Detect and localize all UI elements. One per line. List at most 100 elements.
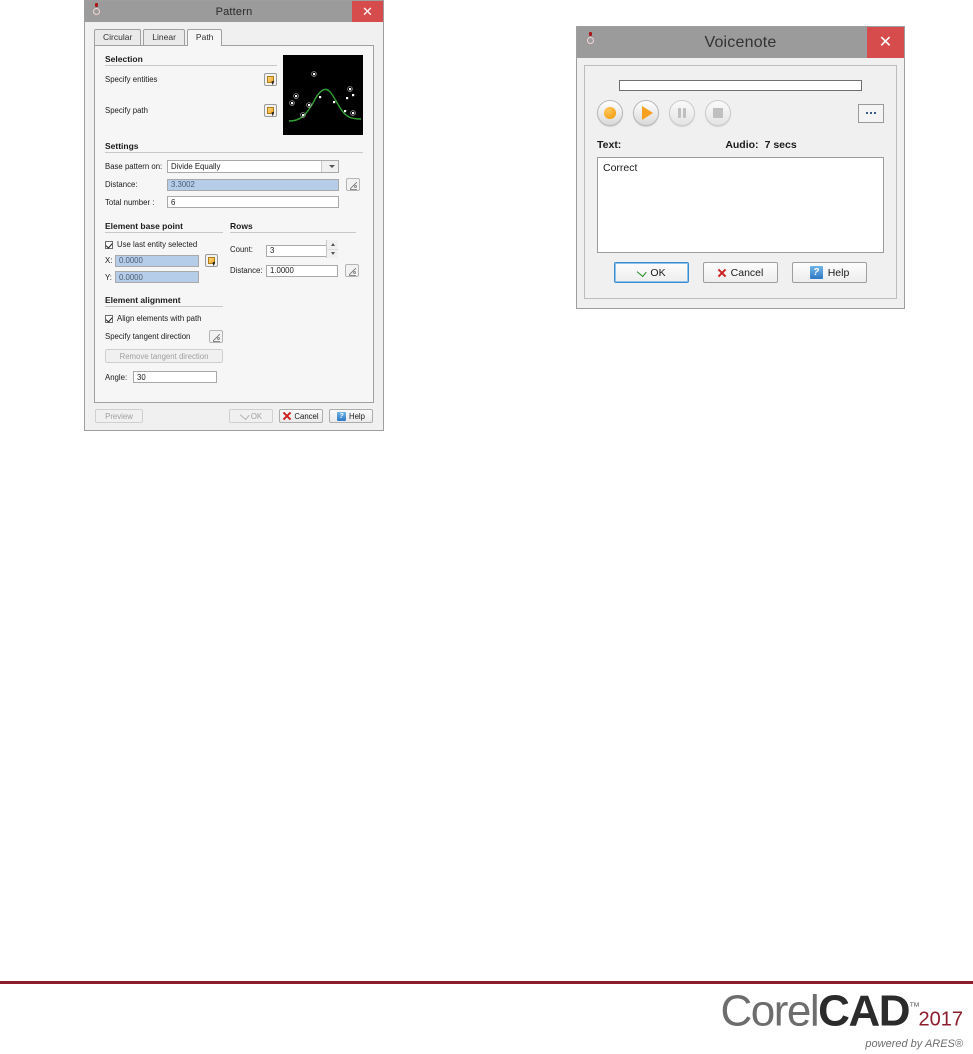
- element-alignment-group-title: Element alignment: [105, 295, 181, 305]
- footer-divider: [0, 981, 973, 984]
- check-icon: [239, 410, 250, 421]
- element-base-point-group-title: Element base point: [105, 221, 183, 231]
- pause-button[interactable]: [669, 100, 695, 126]
- x-input[interactable]: [115, 254, 199, 267]
- voicenote-dialog-inner: Voicenote ✕ Text: Audio: 7 secs Correct: [577, 27, 904, 308]
- cancel-button-label: Cancel: [730, 266, 764, 279]
- brand-wordmark: CorelCAD™2017: [721, 985, 963, 1042]
- stop-icon: [713, 108, 723, 118]
- pattern-dialog-title: Pattern: [215, 5, 253, 18]
- pattern-titlebar[interactable]: Pattern ✕: [85, 1, 383, 22]
- brand-cad: CAD: [818, 986, 910, 1036]
- audio-label: Audio:: [725, 139, 759, 151]
- record-button[interactable]: [597, 100, 623, 126]
- distance-input[interactable]: [167, 178, 339, 191]
- close-icon[interactable]: ✕: [352, 1, 383, 22]
- pattern-footer: Preview OK Cancel ? Help: [84, 401, 384, 431]
- angle-input[interactable]: [133, 371, 217, 383]
- rows-group-title: Rows: [230, 221, 253, 231]
- align-elements-label: Align elements with path: [117, 314, 202, 323]
- element-base-point-rule: [105, 232, 223, 233]
- cancel-button[interactable]: Cancel: [703, 262, 778, 283]
- note-text-area[interactable]: Correct: [597, 157, 884, 253]
- help-button-label: Help: [827, 266, 850, 279]
- voicenote-dialog: Voicenote ✕ Text: Audio: 7 secs Correct: [576, 26, 905, 309]
- ok-button[interactable]: OK: [614, 262, 689, 283]
- pattern-tabstrip: Circular Linear Path: [94, 29, 374, 46]
- help-button-label: Help: [348, 411, 366, 421]
- ok-button-label: OK: [650, 266, 666, 279]
- pick-base-point-icon[interactable]: [205, 254, 218, 267]
- stop-button[interactable]: [705, 100, 731, 126]
- total-number-input[interactable]: [167, 196, 339, 208]
- pattern-dialog: Pattern ✕ Circular Linear Path Selection…: [84, 0, 384, 431]
- close-x-icon: [283, 412, 291, 420]
- voicenote-dialog-title: Voicenote: [704, 33, 777, 51]
- selection-rule: [105, 65, 277, 66]
- help-button[interactable]: ? Help: [792, 262, 867, 283]
- rows-distance-input[interactable]: [266, 264, 338, 277]
- path-pattern-preview: [283, 55, 363, 135]
- pick-rows-distance-icon[interactable]: [345, 264, 359, 277]
- preview-button[interactable]: Preview: [95, 409, 143, 423]
- specify-entities-label: Specify entities: [105, 75, 158, 84]
- pause-icon: [678, 108, 686, 118]
- tab-path[interactable]: Path: [186, 29, 223, 46]
- close-icon[interactable]: ✕: [867, 27, 904, 58]
- audio-duration: 7 secs: [764, 139, 797, 151]
- record-icon: [604, 107, 616, 119]
- help-button[interactable]: ? Help: [329, 409, 373, 423]
- x-label: X:: [105, 256, 113, 265]
- more-options-button[interactable]: [858, 103, 884, 123]
- corelcad-branding: CorelCAD™2017 powered by ARES®: [721, 985, 963, 1050]
- use-last-entity-label: Use last entity selected: [117, 240, 198, 249]
- settings-group-title: Settings: [105, 141, 139, 151]
- voicenote-body: Text: Audio: 7 secs Correct OK Cancel ? …: [584, 65, 897, 299]
- ok-button[interactable]: OK: [229, 409, 273, 423]
- help-icon: ?: [336, 411, 346, 421]
- brand-year: 2017: [918, 1008, 964, 1031]
- y-label: Y:: [105, 272, 112, 282]
- tab-circular[interactable]: Circular: [94, 29, 142, 45]
- path-tab-panel: Selection Specify entities Specify path …: [94, 46, 374, 403]
- text-label: Text:: [597, 139, 622, 151]
- pick-distance-icon[interactable]: [346, 178, 360, 191]
- base-pattern-on-value: Divide Equally: [171, 162, 221, 171]
- specify-path-label: Specify path: [105, 106, 148, 115]
- cancel-button-label: Cancel: [294, 411, 319, 421]
- specify-path-picker-icon[interactable]: [264, 104, 277, 117]
- y-input[interactable]: [115, 271, 199, 283]
- base-pattern-on-select[interactable]: Divide Equally: [167, 160, 339, 173]
- align-elements-checkbox[interactable]: [105, 314, 113, 323]
- ok-button-label: OK: [250, 411, 263, 421]
- specify-tangent-direction-icon[interactable]: [209, 330, 223, 343]
- rows-distance-label: Distance:: [230, 266, 263, 275]
- brand-corel: Corel: [720, 986, 820, 1036]
- distance-label: Distance:: [105, 180, 138, 189]
- play-button[interactable]: [633, 100, 659, 126]
- pattern-body: Circular Linear Path Selection Specify e…: [85, 22, 383, 403]
- tab-linear[interactable]: Linear: [143, 29, 185, 45]
- remove-tangent-direction-button[interactable]: Remove tangent direction: [105, 349, 223, 363]
- pattern-dialog-inner: Pattern ✕ Circular Linear Path Selection…: [85, 1, 383, 430]
- brand-trademark: ™: [909, 1001, 920, 1013]
- close-x-icon: [718, 269, 726, 277]
- element-alignment-rule: [105, 306, 223, 307]
- base-pattern-on-label: Base pattern on:: [105, 162, 163, 171]
- specify-entities-picker-icon[interactable]: [264, 73, 277, 86]
- check-icon: [637, 266, 648, 277]
- specify-tangent-label: Specify tangent direction: [105, 332, 191, 341]
- voicenote-titlebar[interactable]: Voicenote ✕: [577, 27, 904, 58]
- chevron-down-icon[interactable]: [321, 161, 338, 172]
- angle-label: Angle:: [105, 372, 128, 382]
- playback-progress-bar[interactable]: [619, 80, 862, 91]
- settings-rule: [105, 152, 363, 153]
- use-last-entity-checkbox[interactable]: [105, 240, 113, 249]
- rows-count-stepper[interactable]: [326, 240, 338, 258]
- cancel-button[interactable]: Cancel: [279, 409, 323, 423]
- help-icon: ?: [809, 266, 823, 279]
- note-text-value: Correct: [603, 162, 638, 174]
- total-number-label: Total number :: [105, 197, 155, 207]
- rows-rule: [230, 232, 356, 233]
- rows-count-label: Count:: [230, 244, 253, 254]
